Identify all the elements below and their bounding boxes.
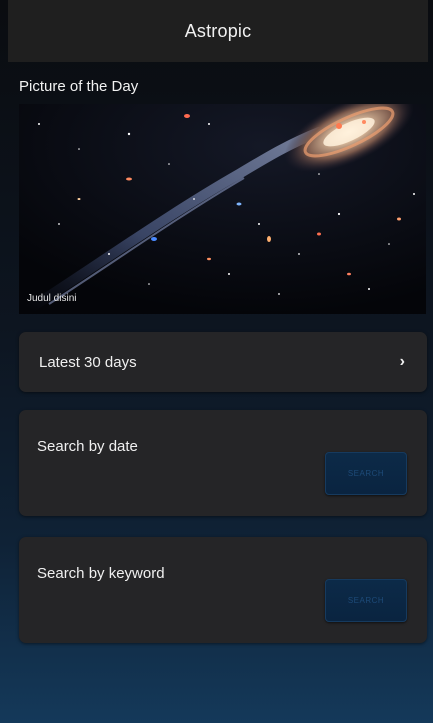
search-by-keyword-button[interactable]: SEARCH [325, 579, 407, 622]
picture-of-the-day[interactable]: Judul disini [19, 104, 426, 314]
app-root: Astropic Picture of the Day Judul disini… [0, 0, 433, 723]
potd-caption: Judul disini [27, 293, 77, 304]
potd-section-title: Picture of the Day [19, 78, 139, 95]
app-title: Astropic [184, 20, 252, 41]
search-by-keyword-card: Search by keyword SEARCH [19, 537, 427, 643]
potd-image [19, 104, 426, 314]
search-by-date-card: Search by date SEARCH [19, 410, 427, 516]
search-by-keyword-title: Search by keyword [37, 565, 165, 582]
search-by-date-button[interactable]: SEARCH [325, 452, 407, 495]
chevron-right-icon: › [399, 353, 405, 370]
app-bar: Astropic [8, 0, 428, 62]
search-by-date-title: Search by date [37, 438, 138, 455]
latest-30-days-item[interactable]: Latest 30 days › [19, 332, 427, 392]
latest-30-days-label: Latest 30 days [39, 353, 137, 371]
